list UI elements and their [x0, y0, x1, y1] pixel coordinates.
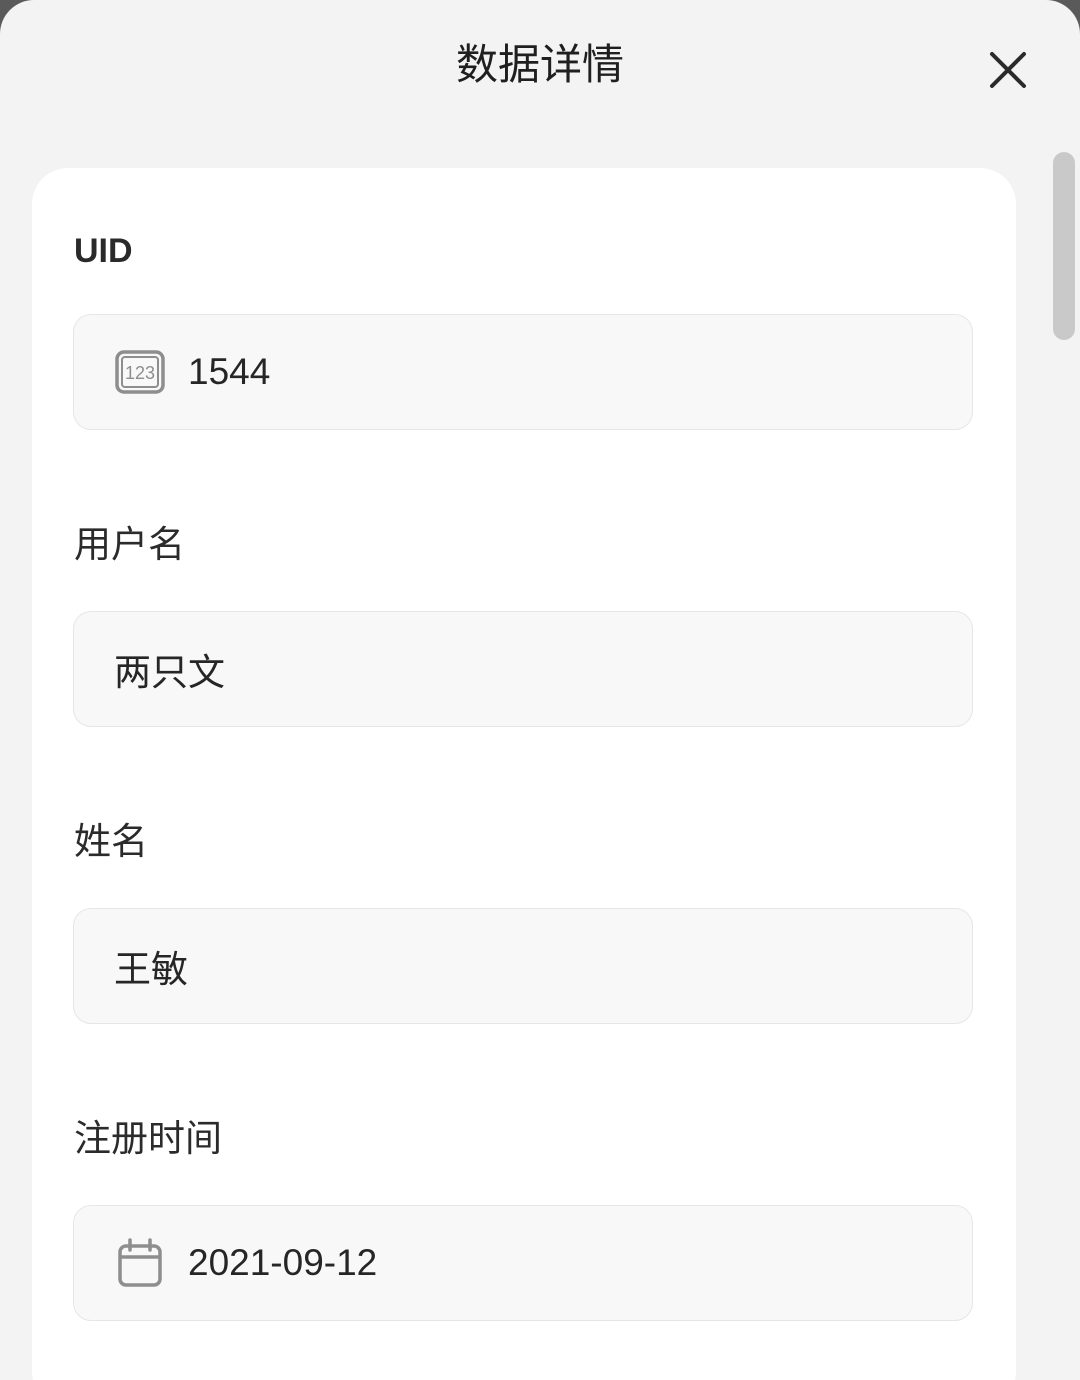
- svg-text:123: 123: [125, 363, 155, 383]
- uid-field: 123 1544: [73, 314, 973, 430]
- number-icon: 123: [114, 346, 166, 398]
- page-title: 数据详情: [455, 40, 624, 89]
- name-label: 姓名: [74, 820, 148, 863]
- calendar-icon: [114, 1237, 166, 1289]
- scrollbar[interactable]: [1053, 152, 1075, 340]
- name-field: 王敏: [73, 908, 973, 1024]
- username-field: 两只文: [73, 611, 973, 727]
- register-time-field: 2021-09-12: [73, 1205, 973, 1321]
- name-value: 王敏: [114, 948, 188, 991]
- uid-label: UID: [74, 232, 133, 270]
- register-time-value: 2021-09-12: [188, 1242, 378, 1283]
- close-icon: [990, 52, 1026, 88]
- detail-card: UID 123 1544 用户名 两只文 姓名 王敏 注册时间 2021-09-…: [32, 168, 1016, 1380]
- username-label: 用户名: [74, 523, 185, 566]
- username-value: 两只文: [114, 651, 225, 694]
- uid-value: 1544: [188, 351, 271, 392]
- detail-sheet: 数据详情 UID 123 1544 用户名 两只文 姓名 王敏 注册时间 202…: [0, 0, 1080, 1380]
- close-button[interactable]: [978, 40, 1038, 100]
- register-time-label: 注册时间: [74, 1117, 222, 1160]
- sheet-header: 数据详情: [0, 0, 1080, 140]
